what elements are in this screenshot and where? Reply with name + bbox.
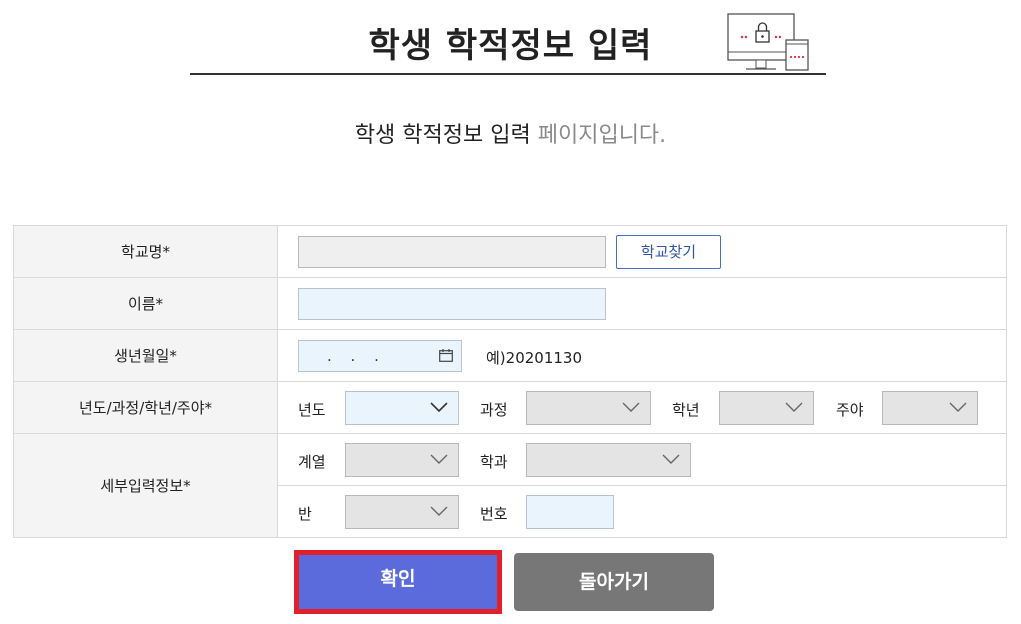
grade-select[interactable]	[719, 391, 814, 425]
class-label: 반	[298, 505, 312, 523]
number-input[interactable]	[526, 495, 614, 529]
school-label: 학교명*	[13, 225, 278, 278]
chevron-down-icon	[785, 402, 803, 412]
year-select[interactable]	[345, 391, 459, 425]
dept-label: 학과	[480, 453, 508, 471]
detail-row-1: 세부입력정보* 계열 학과	[13, 433, 1007, 538]
birth-label: 생년월일*	[13, 329, 278, 382]
chevron-down-icon	[430, 402, 448, 413]
number-label: 번호	[480, 505, 508, 523]
course-label: 과정	[480, 401, 508, 419]
name-label: 이름*	[13, 277, 278, 330]
back-button[interactable]: 돌아가기	[514, 553, 714, 611]
school-search-button[interactable]: 학교찾기	[616, 235, 721, 269]
class-select[interactable]	[345, 495, 459, 529]
school-row: 학교명* 학교찾기	[13, 225, 1007, 278]
birth-date-value: . . .	[327, 347, 386, 365]
shift-label: 주야	[836, 401, 864, 419]
birth-row: 생년월일* . . . 예)20201130	[13, 329, 1007, 382]
birth-example: 예)20201130	[486, 349, 582, 367]
shift-select[interactable]	[882, 391, 978, 425]
year-label: 년도	[298, 401, 326, 419]
secure-computer-icon	[727, 13, 809, 71]
year-course-label: 년도/과정/학년/주야*	[13, 381, 278, 434]
dept-select[interactable]	[526, 443, 691, 477]
chevron-down-icon	[622, 402, 640, 412]
name-input[interactable]	[298, 288, 606, 320]
detail-label: 세부입력정보*	[13, 433, 278, 538]
subtitle-muted: 페이지입니다.	[530, 123, 667, 148]
chevron-down-icon	[949, 402, 967, 412]
chevron-down-icon	[430, 454, 448, 464]
year-course-row: 년도/과정/학년/주야* 년도 과정 학년 주야	[13, 381, 1007, 434]
subtitle-strong: 학생 학적정보 입력	[354, 123, 531, 148]
student-info-form: 학교명* 학교찾기 이름* 생년월일* . . . 예)20201130 년도/…	[13, 225, 1007, 538]
name-row: 이름*	[13, 277, 1007, 330]
track-label: 계열	[298, 453, 326, 471]
grade-label: 학년	[672, 401, 700, 419]
chevron-down-icon	[430, 506, 448, 516]
calendar-icon[interactable]	[439, 349, 453, 362]
birth-date-input[interactable]: . . .	[298, 340, 462, 372]
action-buttons: 확인 돌아가기	[0, 550, 1021, 614]
confirm-button[interactable]: 확인	[294, 550, 502, 614]
header-divider	[190, 73, 826, 75]
school-input[interactable]	[298, 236, 606, 268]
chevron-down-icon	[662, 454, 680, 464]
page-title: 학생 학적정보 입력	[368, 26, 653, 66]
page-subtitle: 학생 학적정보 입력 페이지입니다.	[0, 117, 1021, 149]
course-select[interactable]	[526, 391, 651, 425]
track-select[interactable]	[345, 443, 459, 477]
